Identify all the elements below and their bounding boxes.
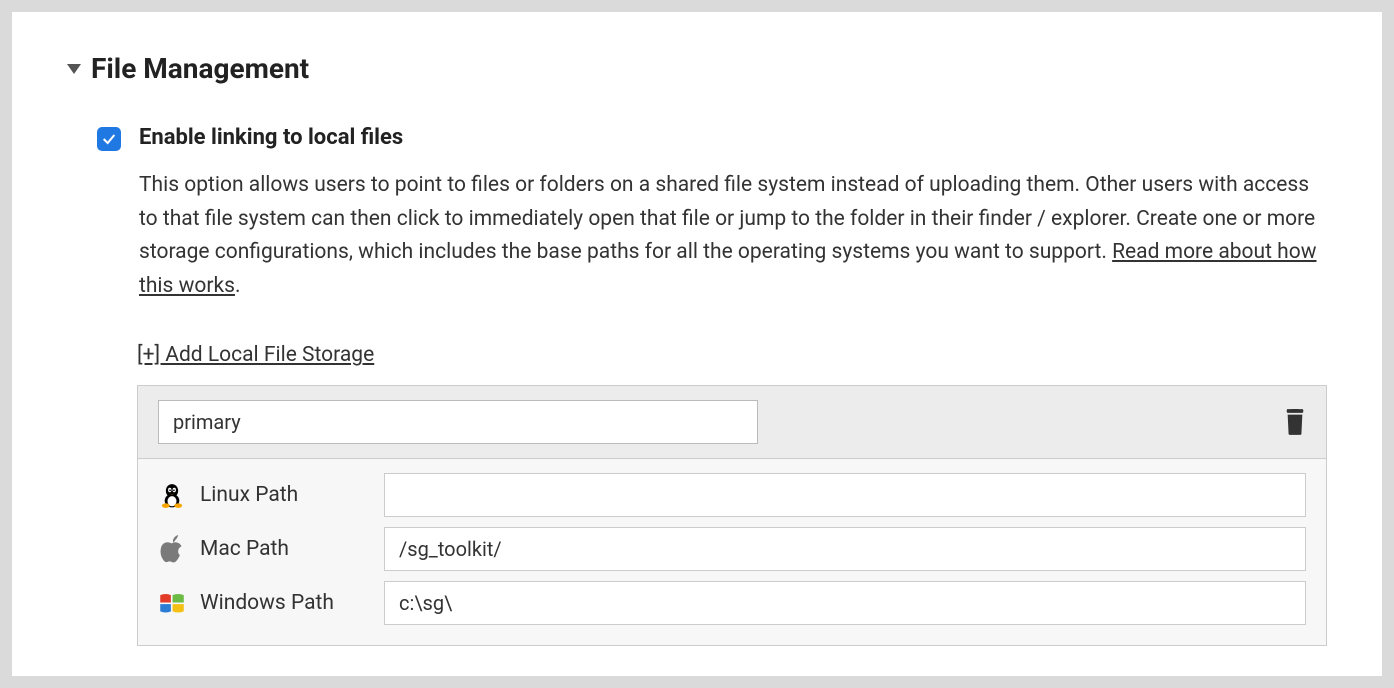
disclosure-triangle-icon[interactable] (67, 64, 81, 74)
windows-path-row: Windows Path (158, 581, 1306, 625)
trash-icon[interactable] (1284, 409, 1306, 435)
linux-path-label: Linux Path (200, 483, 370, 507)
linux-icon (158, 481, 186, 509)
enable-linking-label: Enable linking to local files (139, 125, 403, 150)
settings-panel: File Management Enable linking to local … (12, 12, 1382, 676)
section-header: File Management (67, 52, 1327, 85)
storage-config: Linux Path Mac Path (137, 385, 1327, 646)
mac-path-label: Mac Path (200, 537, 370, 561)
section-title: File Management (91, 52, 309, 85)
windows-path-label: Windows Path (200, 591, 370, 615)
storage-name-input[interactable] (158, 400, 758, 444)
option-description: This option allows users to point to fil… (139, 169, 1327, 303)
linux-path-input[interactable] (384, 473, 1306, 517)
mac-path-row: Mac Path (158, 527, 1306, 571)
mac-path-input[interactable] (384, 527, 1306, 571)
path-rows: Linux Path Mac Path (138, 459, 1326, 645)
linux-path-row: Linux Path (158, 473, 1306, 517)
enable-linking-checkbox[interactable] (97, 127, 121, 151)
mac-icon (158, 535, 186, 563)
add-local-file-storage-link[interactable]: [+] Add Local File Storage (137, 343, 374, 367)
windows-icon (158, 589, 186, 617)
windows-path-input[interactable] (384, 581, 1306, 625)
description-suffix: . (235, 274, 241, 298)
enable-linking-option: Enable linking to local files (97, 125, 1327, 151)
storage-header (138, 386, 1326, 459)
